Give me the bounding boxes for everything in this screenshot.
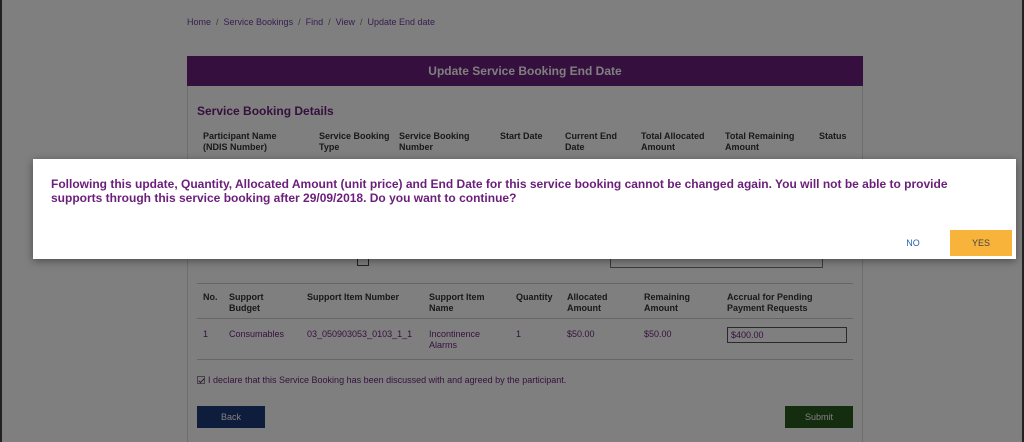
confirm-dialog: Following this update, Quantity, Allocat… — [33, 159, 1016, 259]
confirm-message: Following this update, Quantity, Allocat… — [51, 177, 948, 205]
yes-button[interactable]: YES — [950, 230, 1012, 256]
no-button[interactable]: NO — [893, 230, 933, 256]
